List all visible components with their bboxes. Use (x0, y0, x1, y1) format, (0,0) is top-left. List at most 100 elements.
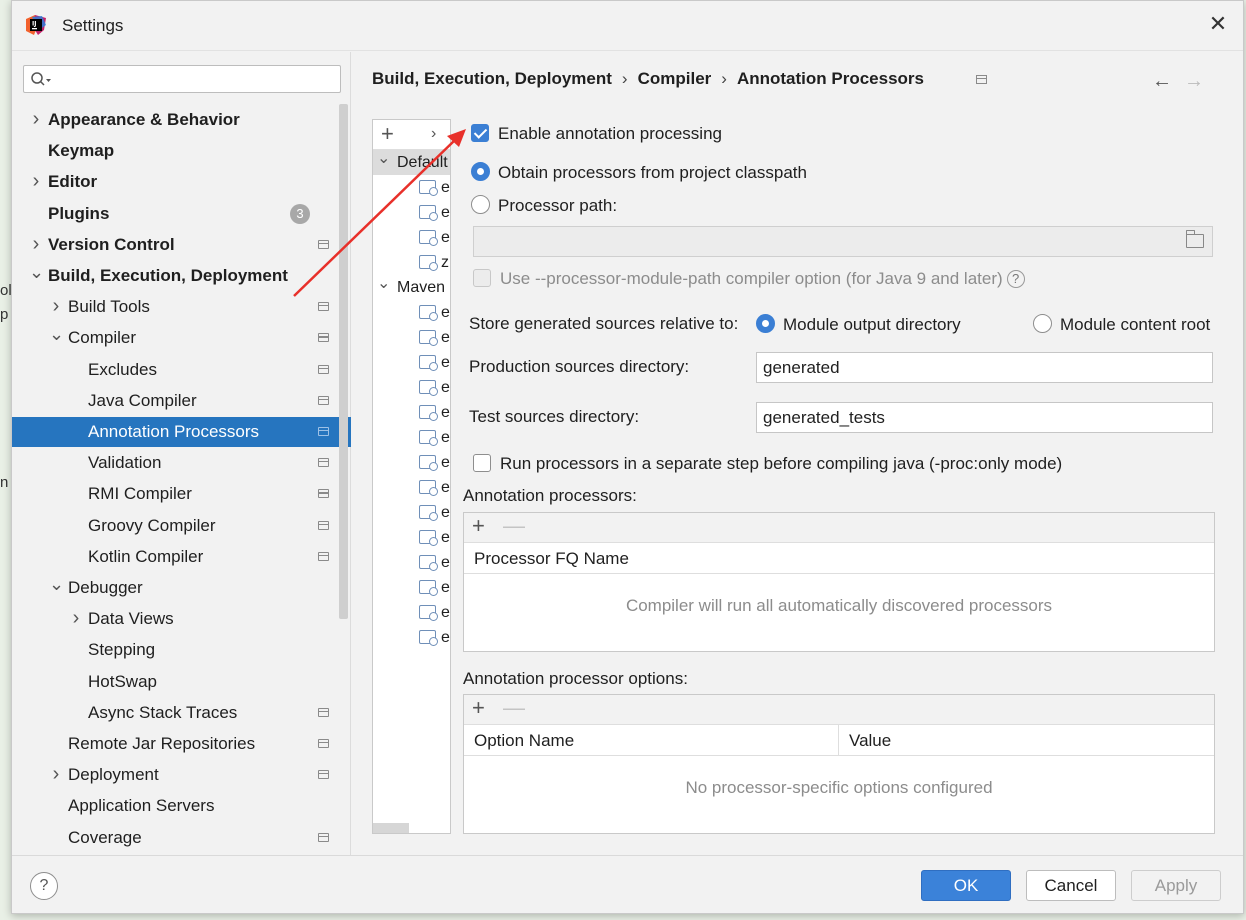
module-icon (419, 355, 438, 371)
sidebar-item[interactable]: Remote Jar Repositories (12, 729, 351, 759)
module-row[interactable]: e (419, 550, 450, 575)
module-content-root-radio[interactable]: Module content root (1033, 314, 1210, 335)
module-row[interactable]: z (419, 250, 449, 275)
sidebar-item[interactable]: › Deployment (12, 760, 351, 790)
forward-arrow-icon[interactable]: → (1184, 70, 1204, 93)
chevron-down-icon[interactable]: ⌄ (49, 319, 64, 349)
checkbox-unchecked[interactable] (473, 454, 491, 472)
module-row[interactable]: e (419, 225, 450, 250)
profile-group[interactable]: ⌄ Default (373, 150, 450, 175)
sidebar-item[interactable]: › Data Views (12, 604, 351, 634)
radio-selected[interactable] (756, 314, 775, 333)
project-level-icon (318, 739, 329, 748)
sidebar-item-label: Application Servers (68, 796, 215, 816)
module-row[interactable]: e (419, 200, 450, 225)
module-row[interactable]: e (419, 575, 450, 600)
chevron-right-icon[interactable]: › (29, 229, 43, 259)
sidebar-item[interactable]: Stepping (12, 635, 351, 665)
radio-unselected[interactable] (471, 195, 490, 214)
from-classpath-radio[interactable]: Obtain processors from project classpath (471, 162, 807, 183)
ok-button[interactable]: OK (921, 870, 1011, 901)
sidebar-scrollbar[interactable] (339, 104, 348, 619)
sidebar-item[interactable]: Java Compiler (12, 386, 351, 416)
add-option-button[interactable]: + (472, 695, 485, 721)
sidebar-item[interactable]: ⌄ Compiler (12, 323, 351, 353)
sidebar-item[interactable]: ⌄ Debugger (12, 573, 351, 603)
production-dir-input[interactable]: generated (756, 352, 1213, 383)
chevron-down-icon[interactable]: ⌄ (377, 146, 390, 171)
column-header[interactable]: Option Name (464, 725, 839, 756)
test-dir-label: Test sources directory: (469, 407, 640, 426)
profiles-scrollbar[interactable] (373, 823, 409, 833)
module-row[interactable]: e (419, 175, 450, 200)
enable-annotation-processing-checkbox[interactable]: Enable annotation processing (471, 124, 722, 144)
module-row[interactable]: e (419, 450, 450, 475)
module-output-radio[interactable]: Module output directory (756, 314, 961, 335)
module-row[interactable]: e (419, 500, 450, 525)
profile-group[interactable]: ⌄ Maven (373, 275, 450, 300)
sidebar-item[interactable]: Application Servers (12, 791, 351, 821)
sidebar-item[interactable]: Excludes (12, 355, 351, 385)
module-row[interactable]: e (419, 475, 450, 500)
sidebar-item[interactable]: ⌄ Build, Execution, Deployment (12, 261, 351, 291)
sidebar-item[interactable]: › Editor (12, 167, 351, 197)
add-processor-button[interactable]: + (472, 513, 485, 539)
column-header[interactable]: Value (839, 725, 891, 756)
add-profile-button[interactable]: + (381, 121, 394, 147)
test-dir-input[interactable]: generated_tests (756, 402, 1213, 433)
sidebar-item[interactable]: › Build Tools (12, 292, 351, 322)
checkbox-checked[interactable] (471, 124, 489, 142)
chevron-right-icon[interactable]: › (49, 291, 63, 321)
search-input[interactable] (23, 65, 341, 93)
chevron-right-icon[interactable]: › (69, 603, 83, 633)
module-row[interactable]: e (419, 300, 450, 325)
sidebar-item-label: Appearance & Behavior (48, 110, 240, 129)
module-row[interactable]: e (419, 350, 450, 375)
chevron-down-icon[interactable]: ⌄ (29, 257, 44, 287)
separate-step-checkbox[interactable]: Run processors in a separate step before… (473, 454, 1062, 474)
module-row[interactable]: e (419, 325, 450, 350)
sidebar-item[interactable]: Annotation Processors (12, 417, 351, 447)
radio-selected[interactable] (471, 162, 490, 181)
help-button[interactable]: ? (30, 872, 58, 900)
sidebar-item[interactable]: Plugins 3 (12, 199, 351, 229)
close-icon[interactable]: ✕ (1207, 13, 1229, 35)
main-panel: Build, Execution, Deployment › Compiler › An… (352, 52, 1243, 855)
sidebar-item[interactable]: RMI Compiler (12, 479, 351, 509)
module-icon (419, 205, 438, 221)
sidebar-item[interactable]: Groovy Compiler (12, 511, 351, 541)
column-header[interactable]: Processor FQ Name (464, 543, 629, 574)
background-text: n (0, 474, 9, 491)
sidebar-item[interactable]: Kotlin Compiler (12, 542, 351, 572)
module-row[interactable]: e (419, 625, 450, 650)
chevron-down-icon[interactable]: ⌄ (49, 569, 64, 599)
chevron-right-icon[interactable]: › (29, 166, 43, 196)
module-row[interactable]: e (419, 600, 450, 625)
sidebar-item[interactable]: › Version Control (12, 230, 351, 260)
sidebar-item[interactable]: › Appearance & Behavior (12, 105, 351, 135)
radio-unselected[interactable] (1033, 314, 1052, 333)
radio-label: Module content root (1060, 315, 1211, 334)
options-toolbar: + — (464, 695, 1214, 725)
sidebar-item[interactable]: Keymap (12, 136, 351, 166)
module-row[interactable]: e (419, 525, 450, 550)
sidebar-item[interactable]: Validation (12, 448, 351, 478)
breadcrumb-item: Annotation Processors (736, 69, 924, 88)
sidebar-item[interactable]: Coverage (12, 823, 351, 853)
sidebar-item[interactable]: HotSwap (12, 667, 351, 697)
breadcrumb-item[interactable]: Build, Execution, Deployment (372, 69, 612, 88)
processor-path-radio[interactable]: Processor path: (471, 195, 617, 216)
chevron-right-icon[interactable]: › (29, 104, 43, 134)
chevron-right-icon[interactable]: › (49, 759, 63, 789)
module-icon (419, 605, 438, 621)
module-row[interactable]: e (419, 400, 450, 425)
module-row[interactable]: e (419, 425, 450, 450)
sidebar-item[interactable]: Async Stack Traces (12, 698, 351, 728)
back-arrow-icon[interactable]: ← (1152, 70, 1172, 93)
cancel-button[interactable]: Cancel (1026, 870, 1116, 901)
module-row[interactable]: e (419, 375, 450, 400)
breadcrumb-item[interactable]: Compiler (638, 69, 712, 88)
help-icon[interactable]: ? (1006, 270, 1025, 288)
more-actions-button[interactable]: › (431, 125, 436, 143)
chevron-down-icon[interactable]: ⌄ (377, 271, 390, 296)
